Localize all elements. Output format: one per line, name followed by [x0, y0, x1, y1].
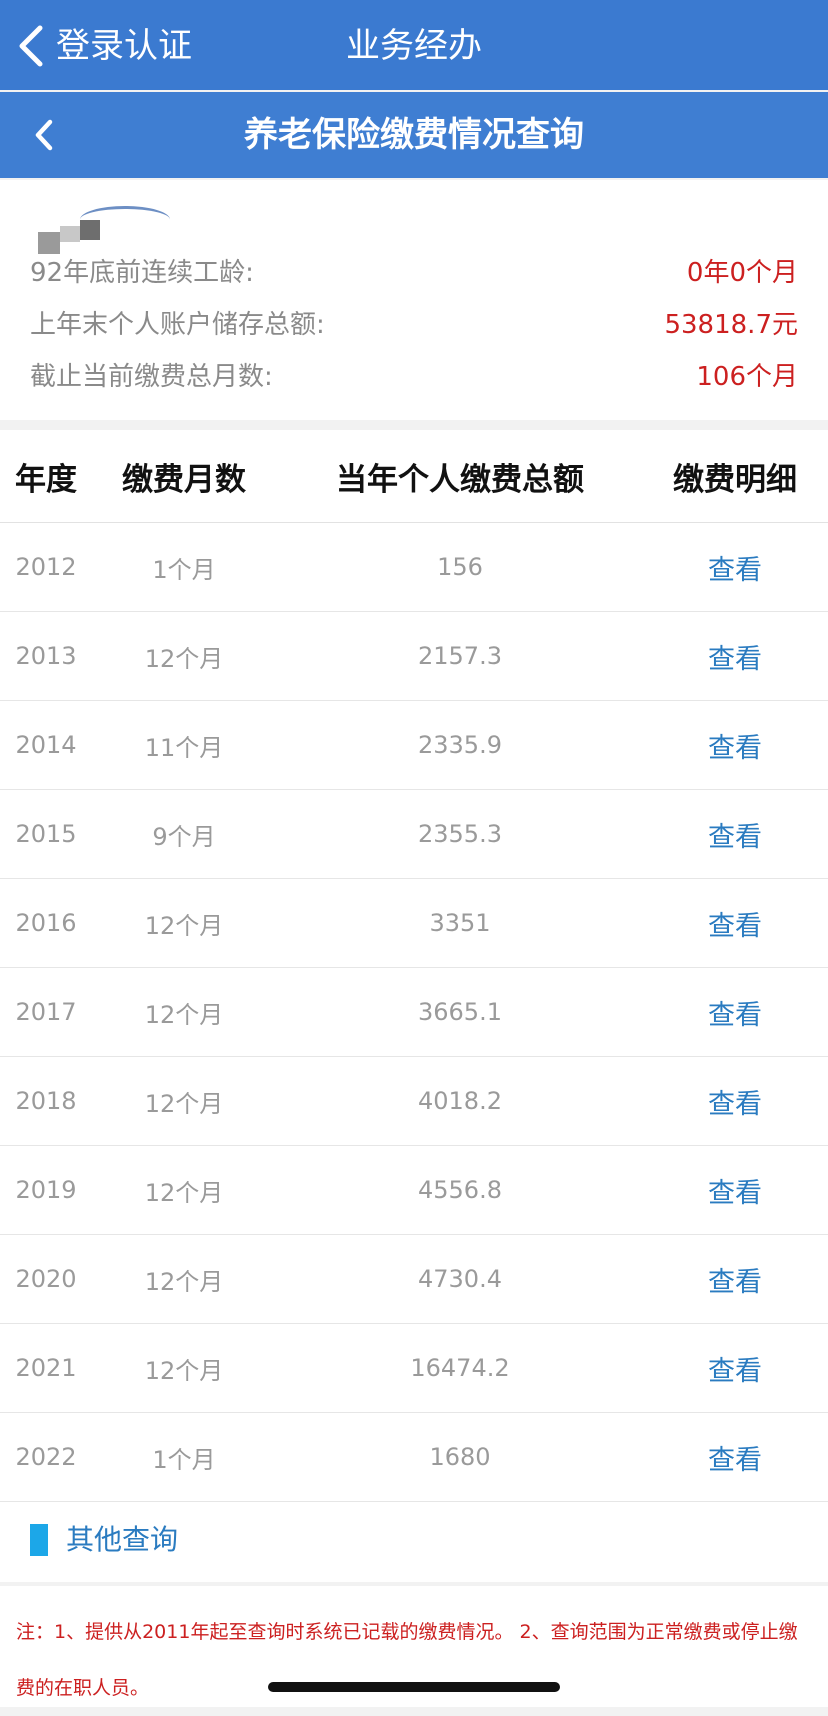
amount-cell: 4730.4: [418, 1265, 502, 1293]
months-cell: 11个月: [144, 733, 224, 762]
view-detail-link[interactable]: 查看: [650, 1146, 820, 1234]
months-cell: 12个月: [144, 1356, 224, 1385]
summary-value: 53818.7元: [664, 310, 798, 340]
table-row: 2018 12个月 4018.2 查看: [0, 1057, 828, 1146]
table-row: 2016 12个月 3351 查看: [0, 879, 828, 968]
view-detail-link[interactable]: 查看: [650, 879, 820, 967]
table-row: 2019 12个月 4556.8 查看: [0, 1146, 828, 1235]
amount-cell: 1680: [429, 1443, 491, 1471]
header-amount: 当年个人缴费总额: [336, 461, 584, 498]
summary-panel: 92年底前连续工龄: 0年0个月 上年末个人账户储存总额: 53818.7元 截…: [0, 180, 828, 420]
table-row: 2013 12个月 2157.3 查看: [0, 612, 828, 701]
months-cell: 1个月: [152, 555, 216, 584]
year-cell: 2022: [15, 1443, 77, 1471]
year-cell: 2013: [15, 642, 77, 670]
view-detail-link[interactable]: 查看: [650, 1413, 820, 1501]
summary-label: 截止当前缴费总月数:: [30, 362, 273, 392]
page-title: 养老保险缴费情况查询: [244, 115, 584, 155]
year-cell: 2012: [15, 553, 77, 581]
app-title: 业务经办: [346, 26, 482, 66]
amount-cell: 2335.9: [418, 731, 502, 759]
table-body: 2012 1个月 156 查看 2013 12个月 2157.3 查看 2014 11个月 2335…: [0, 523, 828, 1502]
view-detail-link[interactable]: 查看: [650, 701, 820, 789]
summary-label: 上年末个人账户储存总额:: [30, 310, 325, 340]
payment-table: 年度 缴费月数 当年个人缴费总额 缴费明细 2012 1个月 156 查看 2013 12…: [0, 430, 828, 1502]
sub-nav-bar: 养老保险缴费情况查询: [0, 92, 828, 178]
year-cell: 2020: [15, 1265, 77, 1293]
amount-cell: 2157.3: [418, 642, 502, 670]
months-cell: 12个月: [144, 1089, 224, 1118]
table-row: 2012 1个月 156 查看: [0, 523, 828, 612]
months-cell: 12个月: [144, 1267, 224, 1296]
header-months: 缴费月数: [122, 461, 246, 498]
home-indicator: [268, 1682, 560, 1692]
amount-cell: 4018.2: [418, 1087, 502, 1115]
top-nav-bar: 登录认证 业务经办: [0, 0, 828, 90]
summary-row-service-years: 92年底前连续工龄: 0年0个月: [0, 250, 828, 296]
table-row: 2017 12个月 3665.1 查看: [0, 968, 828, 1057]
other-query-link[interactable]: 其他查询: [66, 1520, 178, 1560]
months-cell: 12个月: [144, 644, 224, 673]
year-cell: 2015: [15, 820, 77, 848]
year-cell: 2019: [15, 1176, 77, 1204]
view-detail-link[interactable]: 查看: [650, 612, 820, 700]
amount-cell: 4556.8: [418, 1176, 502, 1204]
amount-cell: 3351: [429, 909, 491, 937]
summary-value: 106个月: [696, 362, 798, 392]
year-cell: 2021: [15, 1354, 77, 1382]
summary-row-account-balance: 上年末个人账户储存总额: 53818.7元: [0, 302, 828, 348]
amount-cell: 156: [437, 553, 483, 581]
avatar-pixel: [80, 220, 100, 240]
summary-row-total-months: 截止当前缴费总月数: 106个月: [0, 354, 828, 400]
table-row: 2020 12个月 4730.4 查看: [0, 1235, 828, 1324]
months-cell: 9个月: [152, 822, 216, 851]
avatar: [36, 198, 170, 254]
amount-cell: 16474.2: [410, 1354, 510, 1382]
view-detail-link[interactable]: 查看: [650, 968, 820, 1056]
months-cell: 12个月: [144, 1000, 224, 1029]
months-cell: 1个月: [152, 1445, 216, 1474]
header-year: 年度: [15, 461, 77, 498]
view-detail-link[interactable]: 查看: [650, 523, 820, 611]
avatar-pixel: [60, 226, 80, 242]
year-cell: 2014: [15, 731, 77, 759]
year-cell: 2018: [15, 1087, 77, 1115]
table-row: 2021 12个月 16474.2 查看: [0, 1324, 828, 1413]
months-cell: 12个月: [144, 1178, 224, 1207]
months-cell: 12个月: [144, 911, 224, 940]
summary-value: 0年0个月: [686, 258, 798, 288]
note-text: 注：1、提供从2011年起至查询时系统已记载的缴费情况。 2、查询范围为正常缴费…: [16, 1621, 798, 1699]
view-detail-link[interactable]: 查看: [650, 1324, 820, 1412]
year-cell: 2016: [15, 909, 77, 937]
table-row: 2014 11个月 2335.9 查看: [0, 701, 828, 790]
view-detail-link[interactable]: 查看: [650, 790, 820, 878]
section-marker: [30, 1524, 48, 1556]
view-detail-link[interactable]: 查看: [650, 1235, 820, 1323]
amount-cell: 2355.3: [418, 820, 502, 848]
view-detail-link[interactable]: 查看: [650, 1057, 820, 1145]
year-cell: 2017: [15, 998, 77, 1026]
summary-label: 92年底前连续工龄:: [30, 258, 254, 288]
table-row: 2022 1个月 1680 查看: [0, 1413, 828, 1502]
table-header: 年度 缴费月数 当年个人缴费总额 缴费明细: [0, 430, 828, 523]
amount-cell: 3665.1: [418, 998, 502, 1026]
header-detail: 缴费明细: [673, 461, 797, 498]
other-query-section[interactable]: 其他查询: [0, 1502, 828, 1582]
table-row: 2015 9个月 2355.3 查看: [0, 790, 828, 879]
